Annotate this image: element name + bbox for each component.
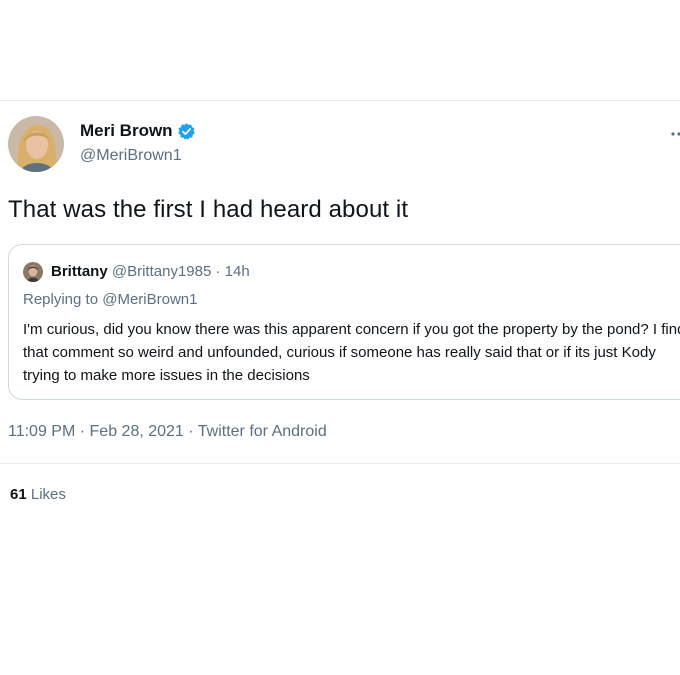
replying-label: Replying to [23, 291, 99, 308]
meta-separator-2: · [188, 423, 198, 440]
more-options-icon[interactable] [670, 124, 680, 144]
quote-text: I'm curious, did you know there was this… [23, 321, 680, 384]
quote-time-ago: 14h [224, 263, 250, 280]
quote-author-handle: @Brittany1985 [111, 263, 212, 280]
likes-count: 61 [10, 486, 27, 503]
quoted-tweet-card[interactable]: Brittany @Brittany1985 · 14h Replying to… [8, 244, 680, 400]
verified-badge-icon [177, 122, 196, 141]
likes-label: Likes [30, 486, 66, 503]
tweet-source: Twitter for Android [197, 423, 327, 440]
stats-divider [0, 463, 680, 464]
tweet-text: That was the first I had heard about it [8, 196, 409, 223]
author-handle[interactable]: @MeriBrown1 [80, 147, 182, 165]
quote-author-avatar [23, 262, 43, 282]
replying-handle: @MeriBrown1 [102, 291, 198, 308]
author-avatar[interactable] [8, 116, 64, 172]
quote-separator: · [215, 263, 225, 280]
tweet-date[interactable]: Feb 28, 2021 [90, 423, 184, 440]
tweet-metadata: 11:09 PM · Feb 28, 2021 · Twitter for An… [8, 423, 327, 441]
quote-author-name: Brittany [51, 263, 108, 280]
author-name[interactable]: Meri Brown [80, 121, 196, 141]
tweet-time[interactable]: 11:09 PM [8, 423, 75, 440]
meta-separator-1: · [79, 423, 90, 440]
quote-header: Brittany @Brittany1985 · 14h [51, 263, 250, 280]
top-divider [0, 100, 680, 101]
likes-stat[interactable]: 61 Likes [10, 486, 66, 503]
quote-replying-to: Replying to @MeriBrown1 [23, 291, 197, 308]
author-name-text[interactable]: Meri Brown [80, 121, 173, 141]
